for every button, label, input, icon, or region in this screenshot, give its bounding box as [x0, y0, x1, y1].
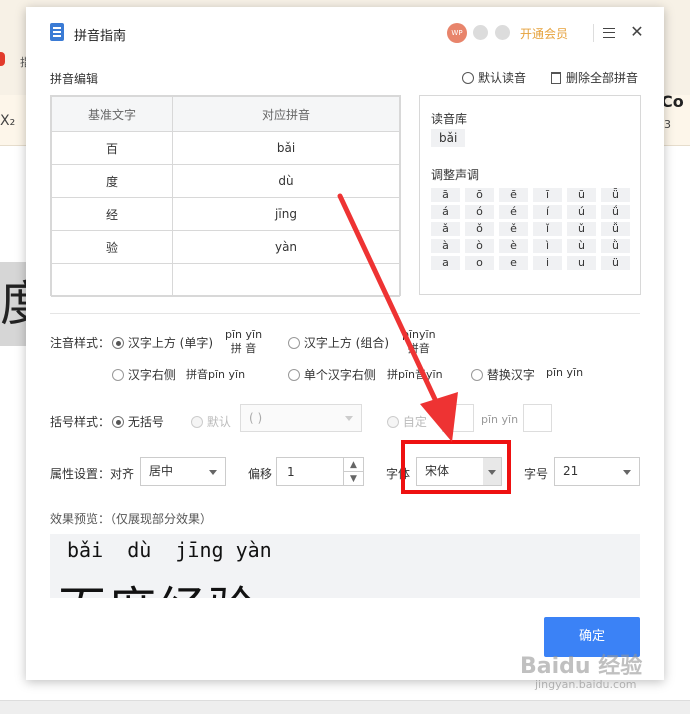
arrow-head: [420, 392, 458, 442]
watermark-url: jingyan.baidu.com: [535, 678, 637, 691]
watermark-logo: Baidu 经验: [520, 654, 643, 679]
arrow-shaft: [337, 193, 443, 413]
annotation-arrow: [337, 193, 458, 442]
